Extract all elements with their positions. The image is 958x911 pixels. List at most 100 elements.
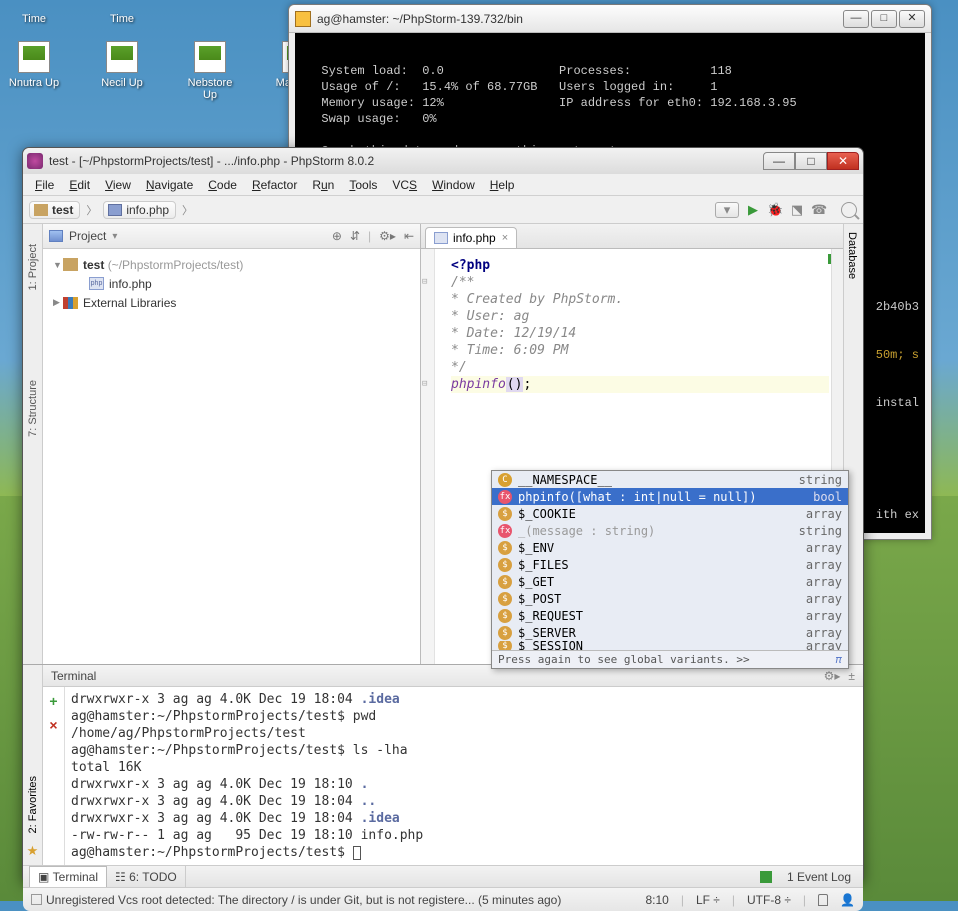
tree-external[interactable]: ▶External Libraries [53,293,410,312]
sidebar-project[interactable]: 1: Project [27,244,39,290]
phpstorm-window: test - [~/PhpstormProjects/test] - .../i… [22,147,864,884]
gear-icon[interactable]: ⚙▸ [379,229,396,243]
autocomplete-item[interactable]: $$_GETarray [492,573,848,590]
add-terminal-icon[interactable]: + [49,693,57,709]
desktop-icon-label: Time [93,13,151,25]
terminal-titlebar[interactable]: ag@hamster: ~/PhpStorm-139.732/bin — □ ✕ [289,5,931,33]
listener-button[interactable]: ☎ [811,202,827,218]
tree-root[interactable]: ▼test (~/PhpstormProjects/test) [53,255,410,274]
breadcrumb-root[interactable]: test [29,201,80,219]
maximize-button[interactable]: □ [871,10,897,28]
coverage-button[interactable]: ⬔ [789,202,805,218]
sidebar-favorites[interactable]: 2: Favorites [27,776,39,833]
hector-icon[interactable]: 👤 [840,893,855,907]
menu-help[interactable]: Help [484,176,521,194]
terminal-header-label: Terminal [51,669,96,683]
cursor-position[interactable]: 8:10 [645,893,668,907]
dropdown-icon[interactable]: ▾ [112,231,117,242]
type-icon: $ [498,541,512,555]
menu-tools[interactable]: Tools [343,176,383,194]
collapse-icon[interactable]: ⊕ [332,229,342,243]
sidebar-structure[interactable]: 7: Structure [27,380,39,437]
lock-icon[interactable] [818,894,828,906]
breadcrumb-file[interactable]: info.php [103,201,176,219]
toolwindow-toggle-icon[interactable] [31,894,42,905]
autocomplete-popup: C__NAMESPACE__stringfxphpinfo([what : in… [491,470,849,669]
autocomplete-item[interactable]: $$_POSTarray [492,590,848,607]
bottom-tab-todo[interactable]: ☷ 6: TODO [107,866,186,887]
debug-button[interactable]: 🐞 [767,202,783,218]
desktop-icon[interactable]: Necil Up [93,41,151,101]
status-message[interactable]: Unregistered Vcs root detected: The dire… [46,893,561,907]
phpstorm-titlebar[interactable]: test - [~/PhpstormProjects/test] - .../i… [23,148,863,174]
type-icon: $ [498,609,512,623]
php-icon: php [89,277,104,290]
hide-icon[interactable]: ⇤ [404,229,414,243]
close-tab-icon[interactable]: × [502,232,508,244]
bottom-tab-terminal[interactable]: ▣ Terminal [29,866,107,887]
pi-icon[interactable]: π [835,653,842,666]
folder-icon [34,204,48,216]
star-icon: ★ [27,843,39,859]
phpstorm-icon [27,153,43,169]
run-config-dropdown[interactable]: ▾ [715,202,739,218]
desktop-icon-label: Nebstore Up [181,77,239,101]
autocomplete-item[interactable]: $$_REQUESTarray [492,607,848,624]
terminal-title: ag@hamster: ~/PhpStorm-139.732/bin [317,12,523,26]
type-icon: $ [498,592,512,606]
maximize-button[interactable]: □ [795,152,827,170]
php-icon [108,204,122,216]
tree-file[interactable]: phpinfo.php [53,274,410,293]
autocomplete-item[interactable]: C__NAMESPACE__string [492,471,848,488]
left-toolbar: 1: Project 7: Structure [23,224,43,664]
terminal-gutter: + × [43,687,65,865]
editor-tab[interactable]: info.php× [425,227,517,248]
type-icon: $ [498,558,512,572]
minimize-button[interactable]: — [843,10,869,28]
desktop-icon[interactable]: Nebstore Up [181,41,239,101]
autocomplete-item[interactable]: $$_SESSIONarray [492,641,848,650]
menu-file[interactable]: File [29,176,60,194]
autocomplete-item[interactable]: $$_ENVarray [492,539,848,556]
type-icon: $ [498,575,512,589]
gear-icon[interactable]: ⚙▸ [824,669,841,683]
hide-icon[interactable]: ± [848,669,855,683]
desktop-icon-label: Time [5,13,63,25]
folder-icon [63,258,78,271]
autocomplete-item[interactable]: $$_COOKIEarray [492,505,848,522]
autocomplete-item[interactable]: $$_SERVERarray [492,624,848,641]
menu-refactor[interactable]: Refactor [246,176,303,194]
window-title: test - [~/PhpstormProjects/test] - .../i… [49,154,374,168]
menu-edit[interactable]: Edit [63,176,96,194]
autocomplete-item[interactable]: fxphpinfo([what : int|null = null])bool [492,488,848,505]
sidebar-database[interactable]: Database [846,232,858,279]
autocomplete-item[interactable]: fx_(message : string)string [492,522,848,539]
autocomplete-item[interactable]: $$_FILESarray [492,556,848,573]
close-terminal-icon[interactable]: × [49,717,57,733]
menu-window[interactable]: Window [426,176,481,194]
event-log-button[interactable]: 1 Event Log [787,870,851,884]
close-button[interactable]: ✕ [899,10,925,28]
search-icon[interactable] [841,202,857,218]
menu-navigate[interactable]: Navigate [140,176,199,194]
project-icon [49,230,63,242]
minimize-button[interactable]: — [763,152,795,170]
encoding[interactable]: UTF-8 ÷ [747,893,791,907]
menu-code[interactable]: Code [202,176,243,194]
project-tree: ▼test (~/PhpstormProjects/test) phpinfo.… [43,249,420,318]
scroll-icon[interactable]: ⇵ [350,229,360,243]
desktop-icon[interactable]: Time [93,0,151,25]
close-button[interactable]: ✕ [827,152,859,170]
desktop-icon[interactable]: Nnutra Up [5,41,63,101]
desktop-icon-label: Nnutra Up [5,77,63,89]
line-ending[interactable]: LF ÷ [696,893,720,907]
menu-view[interactable]: View [99,176,137,194]
left-toolbar-bottom: 2: Favorites ★ [23,665,43,865]
run-button[interactable]: ▶ [745,202,761,218]
terminal-output[interactable]: drwxrwxr-x 3 ag ag 4.0K Dec 19 18:04 .id… [65,687,863,865]
type-icon: fx [498,490,512,504]
type-icon: fx [498,524,512,538]
desktop-icon[interactable]: Time [5,0,63,25]
menu-vcs[interactable]: VCS [386,176,423,194]
menu-run[interactable]: Run [306,176,340,194]
